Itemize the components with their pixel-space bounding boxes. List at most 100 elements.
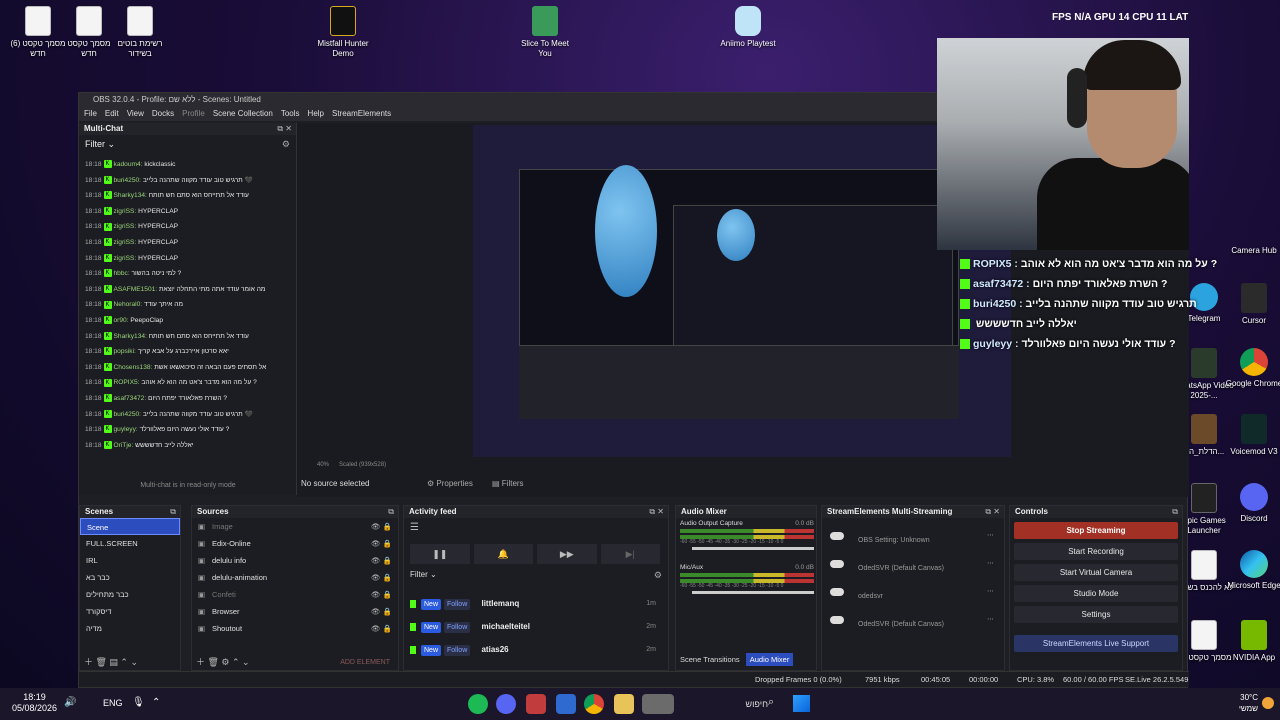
speaker-icon[interactable]: 🔊 — [64, 697, 76, 708]
file-explorer-icon[interactable] — [614, 694, 634, 714]
skip-end-icon[interactable]: ▶| — [600, 544, 660, 564]
menu-help[interactable]: Help — [308, 107, 324, 121]
visibility-lock-icon[interactable]: 👁 🔒 — [371, 535, 392, 552]
scene-item[interactable]: כבר בא — [80, 569, 180, 586]
dock-close-icon[interactable]: ⧉ — [388, 506, 394, 518]
spotify-icon[interactable] — [468, 694, 488, 714]
stream-target-row[interactable]: odedsvr ⋯ — [822, 578, 1002, 606]
start-virtual-camera-button[interactable]: Start Virtual Camera — [1014, 564, 1178, 581]
source-item[interactable]: ▣ delulu-animation 👁 🔒 — [192, 569, 398, 586]
visibility-lock-icon[interactable]: 👁 🔒 — [371, 569, 392, 586]
bell-icon[interactable]: 🔔 — [473, 544, 533, 564]
source-item[interactable]: ▣ Edix-Online 👁 🔒 — [192, 535, 398, 552]
more-icon[interactable]: ⋯ — [987, 606, 994, 634]
menu-edit[interactable]: Edit — [105, 107, 119, 121]
live-support-button[interactable]: StreamElements Live Support — [1014, 635, 1178, 652]
chrome-icon[interactable] — [584, 694, 604, 714]
desktop-icon-voicemod[interactable]: Voicemod V3 — [1224, 414, 1280, 457]
visibility-lock-icon[interactable]: 👁 🔒 — [371, 603, 392, 620]
multichat-filter[interactable]: Filter ⌄ ⚙ — [79, 135, 296, 153]
toggle-switch[interactable] — [830, 616, 844, 624]
menu-view[interactable]: View — [127, 107, 144, 121]
menu-tools[interactable]: Tools — [281, 107, 300, 121]
activity-item[interactable]: New Follow michaelteitel 2m — [404, 615, 662, 638]
menu-icon[interactable]: ☰ — [410, 522, 419, 533]
dock-close-icon[interactable]: ⧉ — [1172, 506, 1178, 518]
desktop-icon-cursor[interactable]: Cursor — [1224, 283, 1280, 326]
dock-close-icon[interactable]: ⧉ — [170, 506, 176, 518]
source-item[interactable]: ▣ Image 👁 🔒 — [192, 518, 398, 535]
more-icon[interactable]: ⋯ — [987, 522, 994, 550]
stop-streaming-button[interactable]: Stop Streaming — [1014, 522, 1178, 539]
menu-file[interactable]: File — [84, 107, 97, 121]
activity-item[interactable]: New Follow littlemanq 1m — [404, 592, 662, 615]
source-item[interactable]: ▣ Confeti 👁 🔒 — [192, 586, 398, 603]
scene-item[interactable]: FULL.SCREEN — [80, 535, 180, 552]
visibility-lock-icon[interactable]: 👁 🔒 — [371, 620, 392, 637]
toggle-switch[interactable] — [830, 532, 844, 540]
scene-toolbar[interactable]: ＋ 🗑 ▤ ⌃ ⌄ — [84, 655, 138, 668]
notepad-icon[interactable] — [556, 694, 576, 714]
desktop-icon-aniimo[interactable]: Aniimo Playtest — [718, 6, 778, 49]
visibility-lock-icon[interactable]: 👁 🔒 — [371, 518, 392, 535]
skip-icon[interactable]: ▶▶ — [537, 544, 597, 564]
toggle-switch[interactable] — [830, 588, 844, 596]
windows-start-icon[interactable] — [793, 695, 810, 712]
stream-target-row[interactable]: OdedSVR (Default Canvas) ⋯ — [822, 606, 1002, 634]
clock[interactable]: 18:19 05/08/2026 — [12, 692, 57, 714]
taskbar-search[interactable]: חיפוש — [700, 695, 790, 713]
scene-item[interactable]: דיסקורד — [80, 603, 180, 620]
more-icon[interactable]: ⋯ — [987, 550, 994, 578]
volume-slider[interactable] — [692, 591, 814, 594]
desktop-icon-nvidia[interactable]: NVIDIA App — [1224, 620, 1280, 663]
tab-scene-transitions[interactable]: Scene Transitions — [676, 653, 744, 666]
desktop-icon-discord[interactable]: Discord — [1224, 483, 1280, 524]
obs-icon[interactable] — [526, 694, 546, 714]
source-item[interactable]: ▣ Shoutout 👁 🔒 — [192, 620, 398, 637]
start-recording-button[interactable]: Start Recording — [1014, 543, 1178, 560]
volume-slider[interactable] — [692, 547, 814, 550]
discord-icon[interactable] — [496, 694, 516, 714]
source-toolbar[interactable]: ＋ 🗑 ⚙ ⌃ ⌄ — [196, 655, 250, 668]
pause-icon[interactable]: ❚❚ — [410, 544, 470, 564]
dock-close-icon[interactable]: ⧉ ✕ — [985, 506, 1000, 518]
desktop-icon-slice[interactable]: Slice To Meet You — [515, 6, 575, 59]
menu-streamelements[interactable]: StreamElements — [332, 107, 391, 121]
menu-scene-collection[interactable]: Scene Collection — [213, 107, 273, 121]
dock-close-icon[interactable]: ⧉ ✕ — [277, 123, 292, 135]
scene-item[interactable]: Scene — [80, 518, 180, 535]
desktop-icon-mistfall[interactable]: Mistfall Hunter Demo — [313, 6, 373, 59]
desktop-icon-camera-hub[interactable]: Camera Hub — [1224, 246, 1280, 256]
desktop-icon-chrome[interactable]: Google Chrome — [1224, 348, 1280, 389]
visibility-lock-icon[interactable]: 👁 🔒 — [371, 552, 392, 569]
scene-item[interactable]: IRL — [80, 552, 180, 569]
activity-filter[interactable]: Filter ⌄ — [410, 570, 437, 579]
dock-close-icon[interactable]: ⧉ ✕ — [649, 506, 664, 518]
toggle-switch[interactable] — [830, 560, 844, 568]
menu-profile[interactable]: Profile — [182, 107, 205, 121]
chat-message-list[interactable]: 18:18 Kkadoum4: kickclassic 18:18 Kburi4250… — [79, 157, 291, 467]
source-item[interactable]: ▣ Browser 👁 🔒 — [192, 603, 398, 620]
chevron-up-icon[interactable]: ⌃ — [152, 697, 160, 708]
microphone-icon[interactable]: 🎙 — [132, 697, 145, 708]
source-item[interactable]: ▣ delulu info 👁 🔒 — [192, 552, 398, 569]
activity-item[interactable]: New Follow atias26 2m — [404, 638, 662, 661]
stream-preview[interactable] — [473, 125, 1011, 457]
desktop-icon-edge[interactable]: Microsoft Edge — [1224, 550, 1280, 591]
scene-item[interactable]: מדיה — [80, 620, 180, 637]
more-icon[interactable]: ⋯ — [987, 578, 994, 606]
widget-icon[interactable] — [642, 694, 674, 714]
language-indicator[interactable]: ENG — [103, 698, 123, 708]
stream-target-row[interactable]: OdedSVR (Default Canvas) ⋯ — [822, 550, 1002, 578]
gear-icon[interactable]: ⚙ — [282, 135, 290, 153]
desktop-icon-file-3[interactable]: רשימת בוטים בשידור — [110, 6, 170, 59]
weather-widget[interactable]: 30°C שמשי — [1239, 692, 1258, 714]
properties-button[interactable]: ⚙ Properties — [427, 479, 473, 488]
gear-icon[interactable]: ⚙ — [654, 570, 662, 581]
visibility-lock-icon[interactable]: 👁 🔒 — [371, 586, 392, 603]
menu-docks[interactable]: Docks — [152, 107, 174, 121]
add-element-button[interactable]: ADD ELEMENT — [340, 659, 390, 666]
tab-audio-mixer[interactable]: Audio Mixer — [745, 653, 794, 666]
filters-button[interactable]: ▤ Filters — [492, 479, 524, 488]
scene-item[interactable]: כבר מתחילים — [80, 586, 180, 603]
